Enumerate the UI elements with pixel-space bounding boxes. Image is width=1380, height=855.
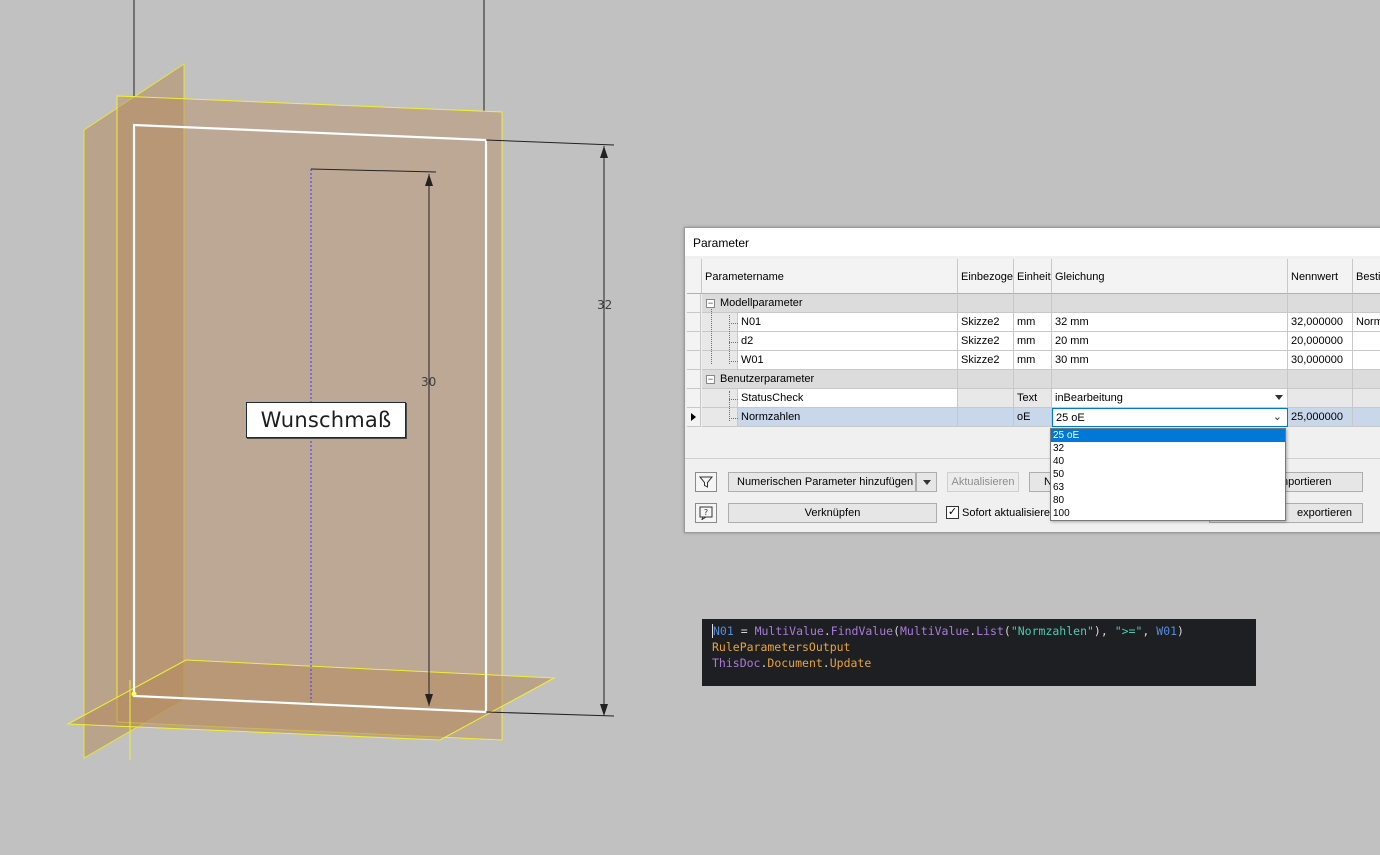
- dimension-arrow: [600, 704, 608, 716]
- collapse-icon[interactable]: −: [706, 299, 715, 308]
- group-row-user[interactable]: Benutzerparameter −: [687, 370, 1380, 389]
- dimension-arrow: [600, 146, 608, 158]
- parameter-grid: Parametername Einbezoge Einheit Gleichun…: [687, 259, 1380, 435]
- group-label-user: Benutzerparameter: [702, 370, 958, 389]
- origin-point[interactable]: [131, 691, 137, 697]
- group-row-model[interactable]: Modellparameter −: [687, 294, 1380, 313]
- param-reference: Skizze2: [958, 313, 1014, 332]
- combo-value: 25 oE: [1056, 412, 1085, 424]
- param-name[interactable]: W01: [738, 351, 958, 370]
- dropdown-option[interactable]: 32: [1051, 442, 1285, 455]
- column-header-unit[interactable]: Einheit: [1014, 259, 1052, 294]
- param-extra[interactable]: Norm: [1353, 313, 1380, 332]
- param-equation[interactable]: 20 mm: [1052, 332, 1288, 351]
- param-nominal: 20,000000: [1288, 332, 1353, 351]
- dialog-title: Parameter: [685, 228, 1380, 256]
- code-line[interactable]: RuleParametersOutput: [712, 639, 1246, 655]
- code-line[interactable]: N01 = MultiValue.FindValue(MultiValue.Li…: [712, 623, 1246, 639]
- table-row[interactable]: StatusCheck Text inBearbeitung: [687, 389, 1380, 408]
- table-row-selected[interactable]: Normzahlen oE 25 oE ⌄ 25,000000: [687, 408, 1380, 427]
- add-numeric-parameter-label: Numerischen Parameter hinzufügen: [737, 476, 914, 488]
- link-button[interactable]: Verknüpfen: [728, 503, 937, 523]
- dropdown-option[interactable]: 50: [1051, 468, 1285, 481]
- param-name[interactable]: Normzahlen: [738, 408, 958, 427]
- param-reference: Skizze2: [958, 351, 1014, 370]
- add-parameter-dropdown[interactable]: [916, 472, 937, 492]
- column-header-extra[interactable]: Besti: [1353, 259, 1380, 294]
- dropdown-option[interactable]: 40: [1051, 455, 1285, 468]
- row-header-corner: [687, 259, 702, 294]
- dropdown-arrow-icon: [922, 479, 931, 485]
- dimension-value-outer[interactable]: 32: [597, 298, 612, 312]
- current-row-icon: [691, 413, 696, 421]
- immediate-update-label: Sofort aktualisieren: [962, 506, 1057, 519]
- callout-label: Wunschmaß: [246, 402, 406, 438]
- param-unit[interactable]: mm: [1014, 351, 1052, 370]
- param-equation-combo[interactable]: inBearbeitung: [1052, 389, 1288, 408]
- param-unit[interactable]: mm: [1014, 332, 1052, 351]
- dropdown-arrow-icon[interactable]: [1275, 395, 1283, 400]
- param-extra[interactable]: [1353, 332, 1380, 351]
- param-extra[interactable]: [1353, 351, 1380, 370]
- immediate-update-checkbox[interactable]: ✓: [946, 506, 959, 519]
- code-line[interactable]: ThisDoc.Document.Update: [712, 655, 1246, 671]
- help-icon: ?: [699, 506, 713, 520]
- param-equation-combo[interactable]: 25 oE ⌄: [1052, 408, 1288, 427]
- param-equation[interactable]: 30 mm: [1052, 351, 1288, 370]
- param-nominal: 32,000000: [1288, 313, 1353, 332]
- dimension-extension-line: [485, 711, 615, 717]
- dropdown-option[interactable]: 25 oE: [1051, 429, 1285, 442]
- dimension-value-inner[interactable]: 30: [421, 375, 436, 389]
- normzahlen-dropdown-list[interactable]: 25 oE 32 40 50 63 80 100: [1050, 428, 1286, 521]
- param-extra: [1353, 389, 1380, 408]
- collapse-icon[interactable]: −: [706, 375, 715, 384]
- column-header-nominal[interactable]: Nennwert: [1288, 259, 1353, 294]
- column-header-equation[interactable]: Gleichung: [1052, 259, 1288, 294]
- column-header-reference[interactable]: Einbezoge: [958, 259, 1014, 294]
- update-button[interactable]: Aktualisieren: [947, 472, 1019, 492]
- param-nominal: 25,000000: [1288, 408, 1353, 427]
- param-name[interactable]: d2: [738, 332, 958, 351]
- chevron-down-icon[interactable]: ⌄: [1273, 410, 1282, 423]
- param-reference: [958, 408, 1014, 427]
- column-header-name[interactable]: Parametername: [702, 259, 958, 294]
- group-label-model: Modellparameter: [702, 294, 958, 313]
- table-row[interactable]: W01 Skizze2 mm 30 mm 30,000000: [687, 351, 1380, 370]
- table-row[interactable]: N01 Skizze2 mm 32 mm 32,000000 Norm: [687, 313, 1380, 332]
- help-button[interactable]: ?: [695, 503, 717, 523]
- param-nominal: [1288, 389, 1353, 408]
- param-name[interactable]: StatusCheck: [738, 389, 958, 408]
- table-row[interactable]: d2 Skizze2 mm 20 mm 20,000000: [687, 332, 1380, 351]
- dropdown-option[interactable]: 63: [1051, 481, 1285, 494]
- dropdown-option[interactable]: 80: [1051, 494, 1285, 507]
- combo-value: inBearbeitung: [1055, 392, 1123, 404]
- param-unit[interactable]: oE: [1014, 408, 1052, 427]
- add-numeric-parameter-button[interactable]: Numerischen Parameter hinzufügen: [728, 472, 916, 492]
- immediate-update-option[interactable]: ✓ Sofort aktualisieren: [946, 506, 1056, 519]
- import-button[interactable]: nportieren: [1281, 472, 1363, 492]
- code-editor[interactable]: N01 = MultiValue.FindValue(MultiValue.Li…: [702, 619, 1256, 686]
- param-unit: Text: [1014, 389, 1052, 408]
- param-extra[interactable]: [1353, 408, 1380, 427]
- filter-icon: [699, 476, 713, 488]
- param-unit[interactable]: mm: [1014, 313, 1052, 332]
- param-name[interactable]: N01: [738, 313, 958, 332]
- dropdown-option[interactable]: 100: [1051, 507, 1285, 520]
- svg-text:?: ?: [704, 508, 708, 517]
- param-equation[interactable]: 32 mm: [1052, 313, 1288, 332]
- param-nominal: 30,000000: [1288, 351, 1353, 370]
- param-reference: Skizze2: [958, 332, 1014, 351]
- param-reference: [958, 389, 1014, 408]
- dimension-extension-line: [485, 139, 615, 146]
- filter-button[interactable]: [695, 472, 717, 492]
